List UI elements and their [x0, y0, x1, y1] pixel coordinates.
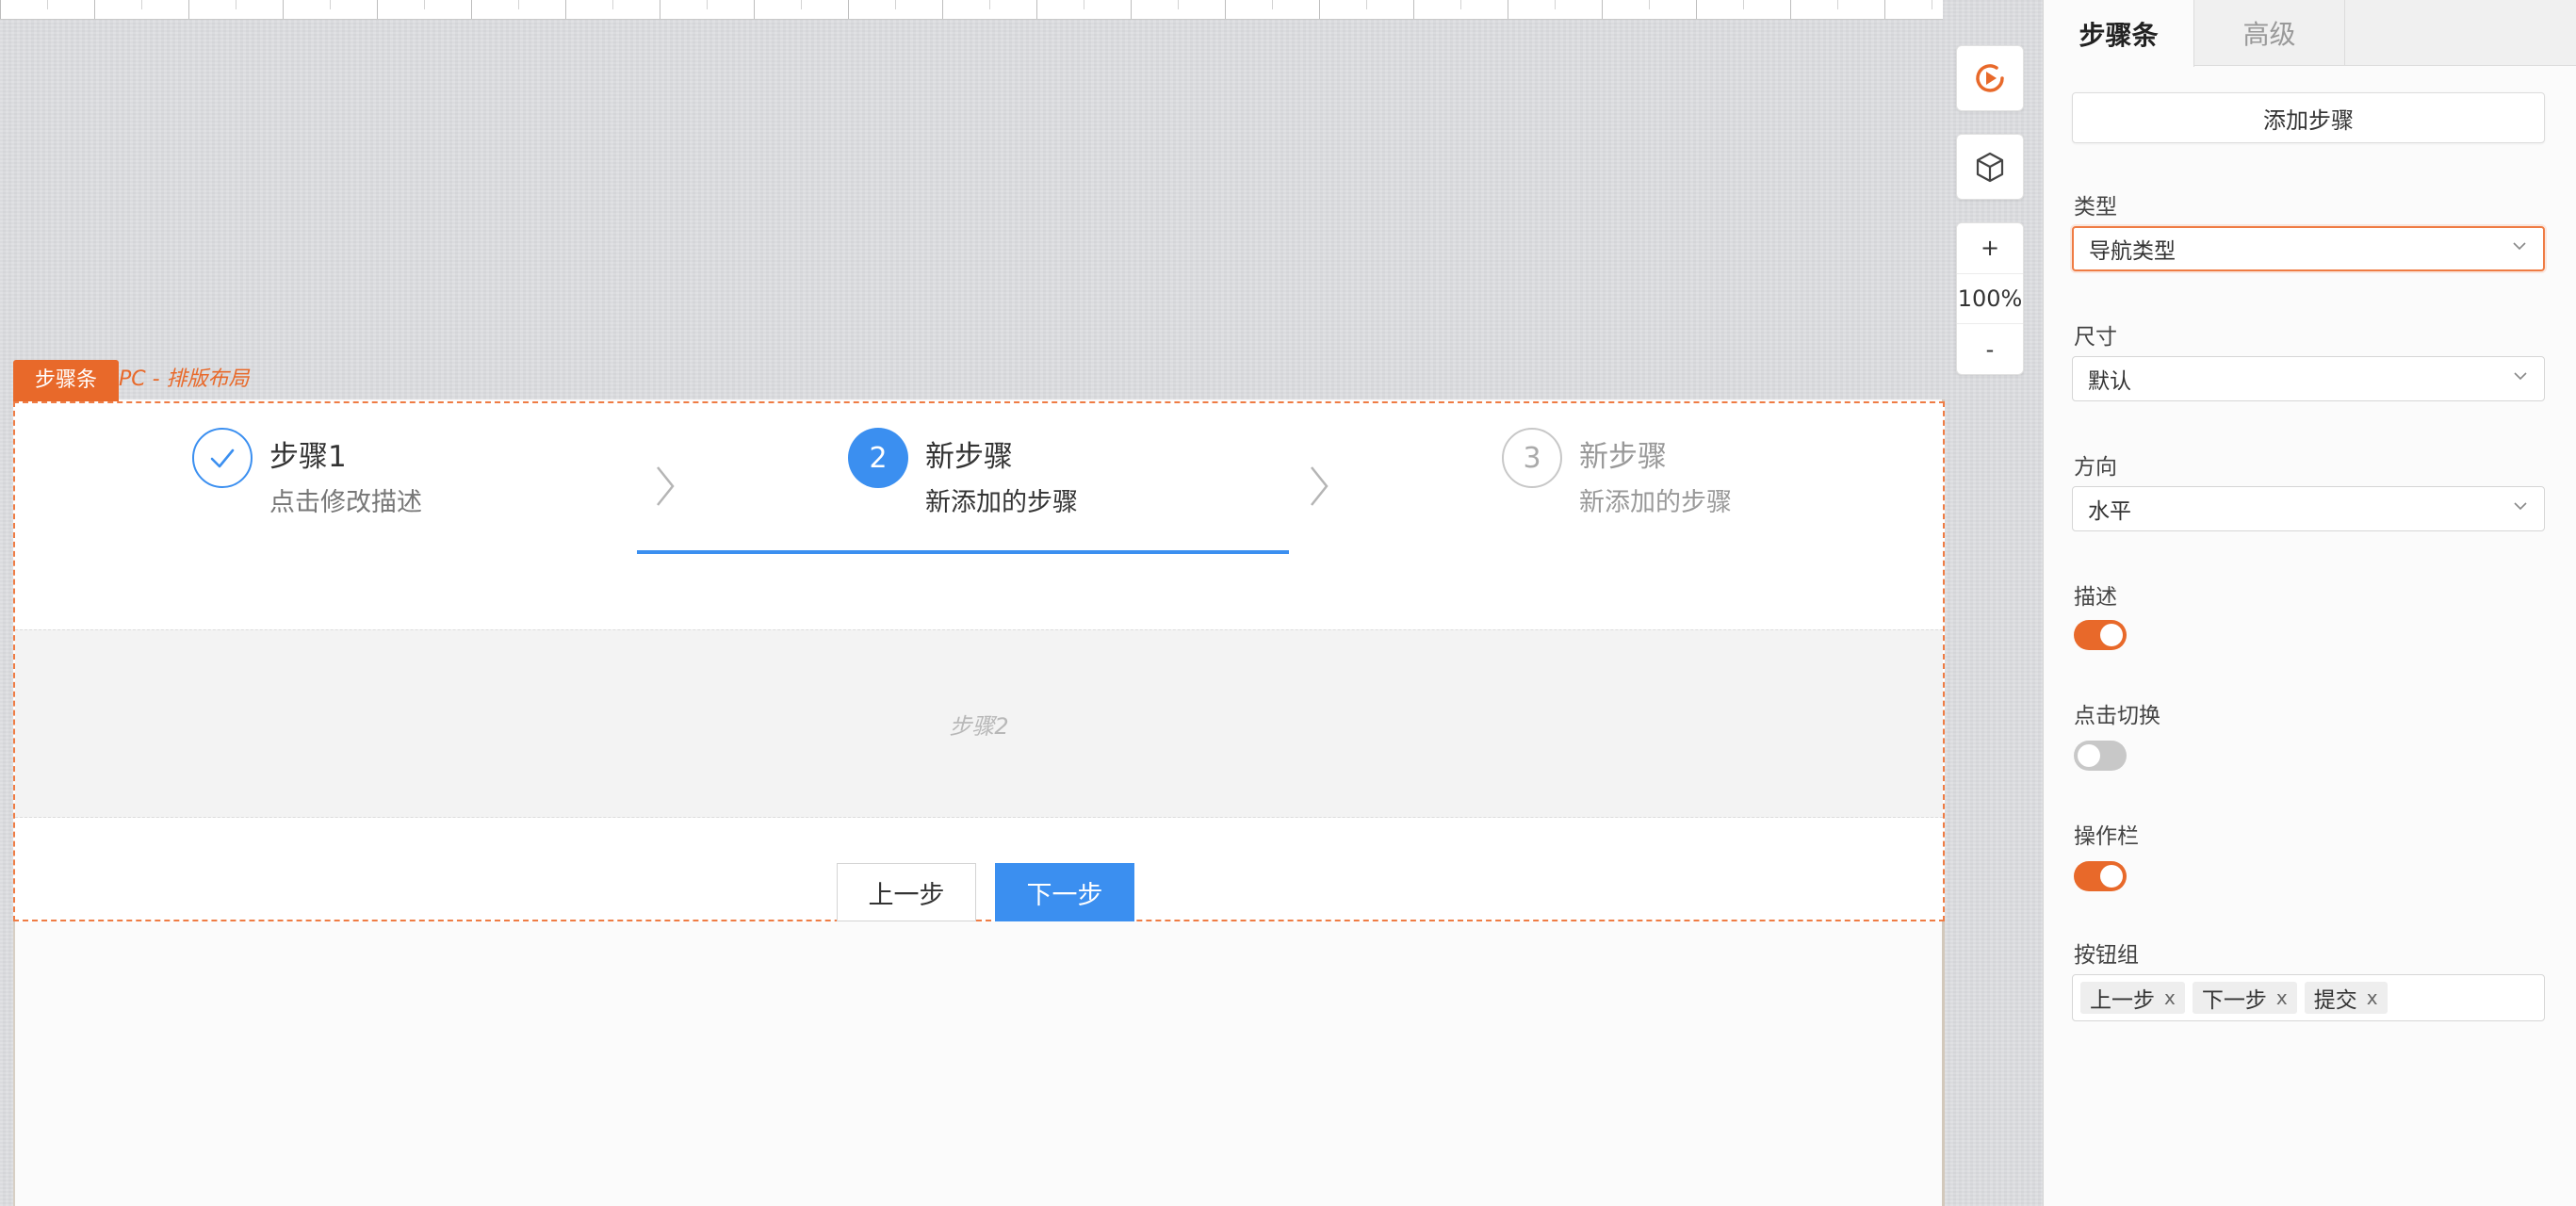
description-toggle[interactable]: [2074, 620, 2127, 650]
button-group-label: 按钮组: [2074, 943, 2139, 968]
chevron-down-icon: [2513, 242, 2526, 251]
type-select[interactable]: 导航类型: [2072, 226, 2545, 271]
horizontal-ruler: [0, 0, 1943, 20]
click-switch-label: 点击切换: [2074, 704, 2160, 728]
prev-step-button[interactable]: 上一步: [837, 863, 976, 921]
panel-tabs: 步骤条 高级: [2044, 0, 2576, 67]
add-step-button[interactable]: 添加步骤: [2072, 92, 2545, 143]
component-library-button[interactable]: [1956, 134, 2024, 200]
tag-label: 下一步: [2201, 988, 2267, 1013]
tab-steps[interactable]: 步骤条: [2044, 0, 2194, 67]
zoom-level: 100%: [1957, 274, 2023, 325]
canvas-toolbar: + 100% -: [1956, 45, 2024, 375]
action-bar-toggle[interactable]: [2074, 861, 2127, 891]
type-label: 类型: [2074, 195, 2117, 220]
chevron-down-icon: [2514, 502, 2527, 511]
preview-button[interactable]: [1956, 45, 2024, 111]
chevron-right-icon: [657, 466, 675, 506]
tag-remove-icon[interactable]: x: [2367, 986, 2378, 1009]
tag-remove-icon[interactable]: x: [2276, 986, 2288, 1009]
active-step-underline: [637, 550, 1289, 554]
tag-prev: 上一步 x: [2080, 982, 2185, 1014]
property-panel: 步骤条 高级 添加步骤 类型 导航类型 尺寸 默认 方向 水平 描述 点击切换 …: [2043, 0, 2576, 1206]
chevron-down-icon: [2514, 372, 2527, 381]
direction-label: 方向: [2074, 455, 2117, 480]
step-description: 点击修改描述: [269, 488, 422, 517]
step-title: 新步骤: [1579, 440, 1667, 474]
next-step-button[interactable]: 下一步: [995, 863, 1134, 921]
description-label: 描述: [2074, 585, 2117, 610]
step-2-circle: 2: [848, 428, 908, 488]
tag-next: 下一步 x: [2192, 982, 2297, 1014]
step-title: 新步骤: [925, 440, 1013, 474]
check-icon: [210, 448, 235, 468]
tag-remove-icon[interactable]: x: [2164, 986, 2176, 1009]
step-title: 步骤1: [269, 440, 347, 474]
tag-submit: 提交 x: [2304, 982, 2388, 1014]
step-description: 新添加的步骤: [1579, 488, 1732, 517]
button-group-tags[interactable]: 上一步 x 下一步 x 提交 x: [2072, 974, 2545, 1021]
component-subtitle: PC - 排版布局: [119, 367, 250, 391]
direction-select-value: 水平: [2088, 499, 2131, 524]
step-action-bar: 上一步 下一步: [15, 818, 1943, 921]
size-select-value: 默认: [2088, 369, 2131, 394]
component-tag[interactable]: 步骤条: [13, 360, 119, 401]
step-1-circle: [192, 428, 253, 488]
step-3-circle: 3: [1502, 428, 1562, 488]
click-switch-toggle[interactable]: [2074, 741, 2127, 771]
steps-nav: 步骤1 点击修改描述 2 新步骤 新添加的步骤 3 新步骤 新添加的步骤: [15, 403, 1943, 629]
step-content-placeholder: 步骤2: [949, 712, 1009, 740]
zoom-in-button[interactable]: +: [1957, 223, 2023, 274]
cube-icon: [1976, 152, 2004, 183]
type-select-value: 导航类型: [2089, 239, 2176, 264]
tab-advanced[interactable]: 高级: [2194, 0, 2345, 66]
tag-label: 上一步: [2090, 988, 2155, 1013]
action-bar-label: 操作栏: [2074, 824, 2139, 849]
step-description: 新添加的步骤: [925, 488, 1078, 517]
design-canvas[interactable]: + 100% - 步骤条 PC - 排版布局 步骤1 点击修改描述 2 新步骤 …: [0, 0, 2043, 1206]
size-select[interactable]: 默认: [2072, 356, 2545, 401]
zoom-out-button[interactable]: -: [1957, 324, 2023, 374]
direction-select[interactable]: 水平: [2072, 486, 2545, 531]
tag-label: 提交: [2313, 988, 2357, 1013]
chevron-right-icon: [1311, 466, 1329, 506]
zoom-control: + 100% -: [1956, 222, 2024, 375]
play-circle-icon: [1976, 64, 2004, 92]
step-content-area[interactable]: 步骤2: [15, 629, 1943, 818]
size-label: 尺寸: [2074, 325, 2117, 350]
steps-component[interactable]: 步骤1 点击修改描述 2 新步骤 新添加的步骤 3 新步骤 新添加的步骤 步骤2…: [13, 401, 1945, 921]
